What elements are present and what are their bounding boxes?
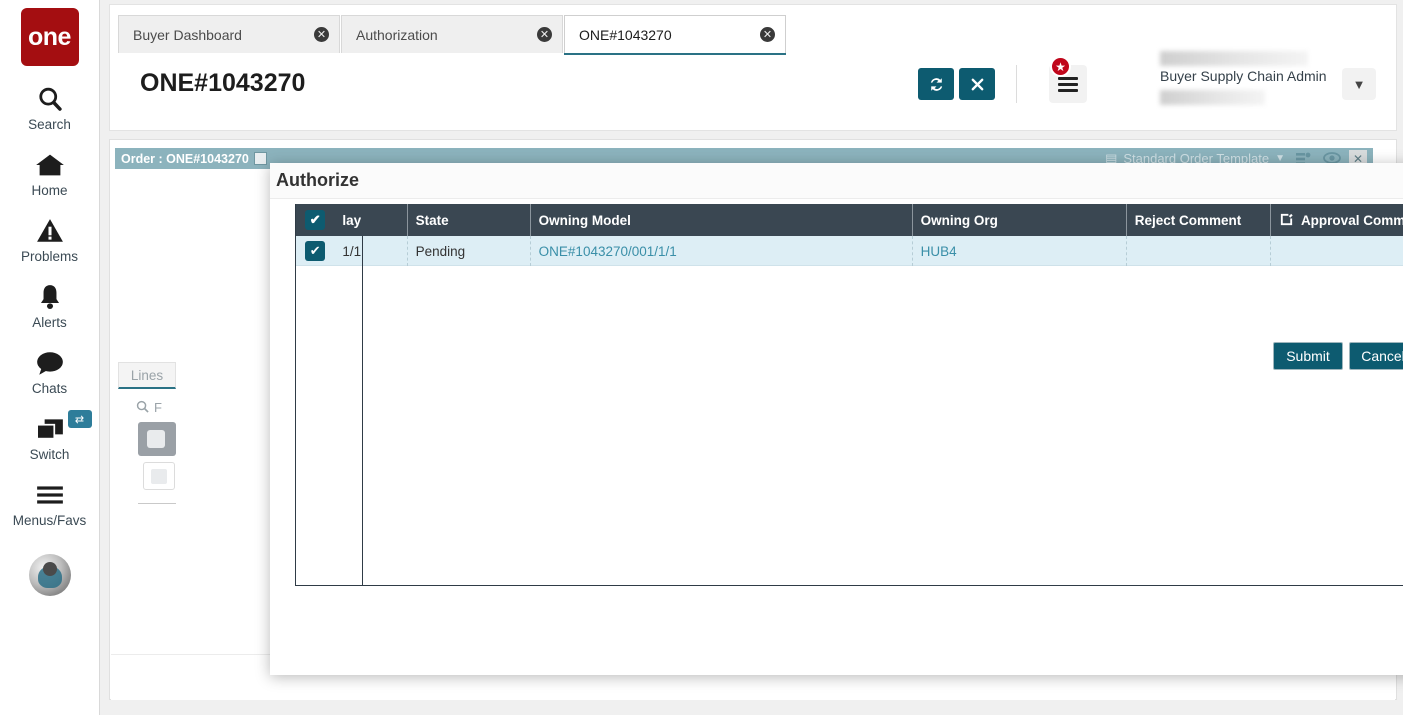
sidebar-label-search: Search <box>28 117 71 132</box>
owning-org-link[interactable]: HUB4 <box>921 244 957 259</box>
cell-display: 1/1 <box>334 236 408 266</box>
tab-label: Buyer Dashboard <box>133 26 242 43</box>
order-panel-title: Order : ONE#1043270 <box>121 151 249 166</box>
filter-row[interactable]: F <box>136 400 162 416</box>
tab-buyer-dashboard[interactable]: Buyer Dashboard ✕ <box>118 15 340 53</box>
dialog-title: Authorize <box>276 170 359 190</box>
main-area: Buyer Dashboard ✕ Authorization ✕ ONE#10… <box>100 0 1403 715</box>
toolbar-square-b[interactable] <box>143 462 175 490</box>
owning-model-link[interactable]: ONE#1043270/001/1/1 <box>539 244 677 259</box>
sidebar-item-problems[interactable]: Problems <box>0 214 100 264</box>
authorize-dialog: Authorize ✕ ✔ lay State Owning Model Own… <box>270 163 1403 675</box>
column-header-state[interactable]: State <box>408 204 531 236</box>
top-bar: Buyer Dashboard ✕ Authorization ✕ ONE#10… <box>109 4 1397 131</box>
column-header-label: Approval Comment <box>1300 212 1403 228</box>
column-header-approval-comment[interactable]: Approval Comment <box>1271 204 1403 236</box>
sidebar-label-switch: Switch <box>29 447 70 462</box>
user-info: Buyer Supply Chain Admin <box>1160 51 1327 105</box>
tab-authorization[interactable]: Authorization ✕ <box>341 15 563 53</box>
filter-placeholder: F <box>154 400 162 415</box>
column-header-owning-org[interactable]: Owning Org <box>913 204 1127 236</box>
cell-reject-comment[interactable] <box>1127 236 1271 266</box>
tab-strip: Buyer Dashboard ✕ Authorization ✕ ONE#10… <box>118 15 786 55</box>
user-name: Buyer Supply Chain Admin <box>1160 68 1327 84</box>
sidebar-label-menus-favs: Menus/Favs <box>12 513 87 528</box>
sidebar-item-chats[interactable]: Chats <box>0 346 100 396</box>
submit-button[interactable]: Submit <box>1273 342 1343 370</box>
sidebar-label-problems: Home <box>31 183 68 198</box>
select-all-checkbox[interactable]: ✔ <box>305 210 326 230</box>
tab-label: Authorization <box>356 26 438 43</box>
cell-owning-org[interactable]: HUB4 <box>913 236 1127 266</box>
table-row[interactable]: ✔ 1/1 Pending ONE#1043270/001/1/1 HUB4 <box>296 236 1403 266</box>
sidebar-item-switch[interactable]: ⇄ Switch <box>0 410 100 462</box>
column-header-owning-model[interactable]: Owning Model <box>531 204 913 236</box>
sidebar-item-search[interactable]: Search <box>0 82 100 132</box>
dialog-body: ✔ lay State Owning Model Owning Org Reje… <box>270 199 1403 635</box>
left-nav-rail: one Search Home Problems Alerts Chats ⇄ … <box>0 0 100 715</box>
grid-frozen-column-divider <box>362 236 363 586</box>
toolbar-divider <box>1016 65 1017 103</box>
edit-pencil-icon <box>1279 211 1294 229</box>
cell-state: Pending <box>408 236 531 266</box>
cell-owning-model[interactable]: ONE#1043270/001/1/1 <box>531 236 913 266</box>
cancel-button[interactable]: Cancel <box>1349 342 1403 370</box>
sidebar-item-home[interactable]: Home <box>0 148 100 198</box>
column-header-display[interactable]: lay <box>334 204 408 236</box>
grid-empty-area <box>296 266 1403 554</box>
sidebar-label-chats: Chats <box>31 381 68 396</box>
sidebar-item-menus-favs[interactable]: Menus/Favs <box>0 478 100 528</box>
chat-bubble-icon <box>35 346 65 380</box>
windows-stack-icon <box>35 412 65 446</box>
menu-button[interactable]: ★ <box>1049 56 1087 103</box>
user-avatar-rail[interactable] <box>28 554 71 596</box>
dialog-header: Authorize ✕ <box>270 163 1403 199</box>
one-network-logo[interactable]: one <box>20 8 79 66</box>
page-title: ONE#1043270 <box>140 69 306 97</box>
cell-approval-comment[interactable] <box>1271 236 1403 266</box>
close-x-icon[interactable] <box>959 68 995 100</box>
tab-lines[interactable]: Lines <box>118 362 176 389</box>
row-select-cell[interactable]: ✔ <box>296 236 334 266</box>
redacted-bar-bottom <box>1160 90 1265 105</box>
tab-close-icon[interactable]: ✕ <box>314 27 329 42</box>
divider <box>138 503 176 504</box>
tab-close-icon[interactable]: ✕ <box>760 27 775 42</box>
authorization-grid: ✔ lay State Owning Model Owning Org Reje… <box>295 204 1403 586</box>
select-all-cell[interactable]: ✔ <box>296 204 334 236</box>
home-icon <box>35 148 65 182</box>
star-icon: ★ <box>1050 56 1071 77</box>
chevron-down-icon[interactable]: ▼ <box>1342 68 1376 100</box>
search-icon <box>36 82 64 116</box>
column-header-reject-comment[interactable]: Reject Comment <box>1127 204 1271 236</box>
sidebar-item-alerts[interactable]: Alerts <box>0 280 100 330</box>
app-root: one Search Home Problems Alerts Chats ⇄ … <box>0 0 1403 715</box>
tab-close-icon[interactable]: ✕ <box>537 27 552 42</box>
redacted-bar-top <box>1160 51 1308 66</box>
document-icon <box>253 152 267 165</box>
row-checkbox[interactable]: ✔ <box>305 241 326 261</box>
tab-one-1043270[interactable]: ONE#1043270 ✕ <box>564 15 786 55</box>
sidebar-label-alerts: Alerts <box>32 315 67 330</box>
sidebar-label-problems: Problems <box>20 249 79 264</box>
dialog-footer <box>270 601 1403 675</box>
tab-label: ONE#1043270 <box>579 26 672 43</box>
search-icon <box>136 400 149 416</box>
bell-icon <box>37 280 63 314</box>
warning-triangle-icon <box>36 214 64 248</box>
hamburger-icon <box>35 478 65 512</box>
refresh-icon[interactable] <box>918 68 954 100</box>
grid-header-row: ✔ lay State Owning Model Owning Org Reje… <box>296 204 1403 236</box>
toolbar-square-a[interactable] <box>138 422 176 456</box>
swap-arrows-icon[interactable]: ⇄ <box>67 410 92 428</box>
